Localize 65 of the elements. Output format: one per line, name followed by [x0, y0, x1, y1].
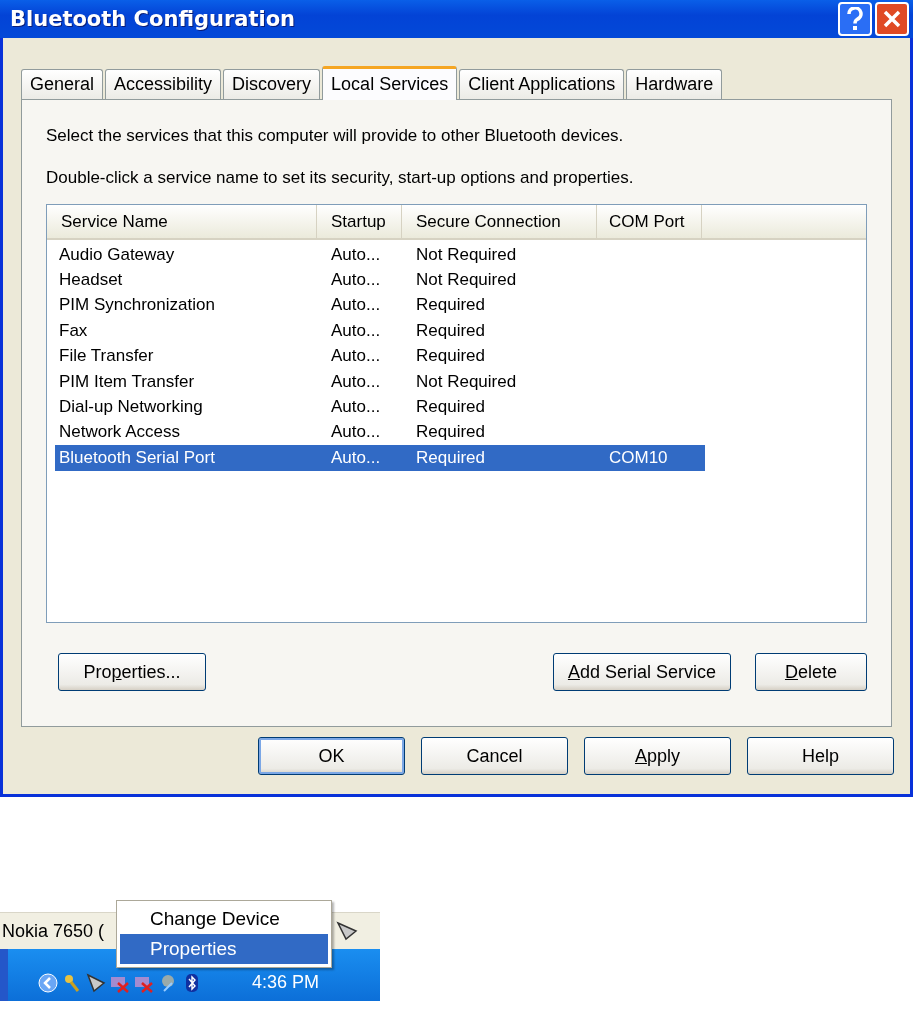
dialog-button[interactable]: Apply [584, 737, 731, 775]
table-cell-text: Auto... [330, 270, 382, 291]
tab[interactable]: Discovery [223, 69, 321, 99]
column-header[interactable]: COM Port [597, 205, 702, 238]
table-cell-text: COM10 [608, 447, 669, 468]
table-cell-text: PIM Item Transfer [58, 371, 196, 392]
dialog-button[interactable]: Cancel [421, 737, 568, 775]
table-cell-text: Auto... [330, 422, 382, 443]
column-header[interactable]: Startup [317, 205, 402, 238]
tab[interactable]: Hardware [626, 69, 723, 99]
instruction-text: Double-click a service name to set its security, start-up options and properties. [46, 168, 635, 188]
panel-button[interactable]: Add Serial Service [552, 653, 731, 691]
service-row[interactable]: Bluetooth Serial Port Auto... Required COM10 [55, 445, 705, 471]
table-cell-text: Auto... [330, 295, 382, 316]
table-cell-text: Required [415, 320, 486, 341]
table-cell-text: Auto... [330, 371, 382, 392]
table-cell-text: Fax [58, 320, 89, 341]
table-cell-text: Required [415, 397, 486, 418]
service-row[interactable]: PIM Synchronization Auto... Required [55, 292, 705, 319]
chevron-icon[interactable] [38, 973, 58, 993]
clock[interactable]: 4:36 PM [252, 972, 320, 993]
window-title: Bluetooth Configuration [10, 7, 296, 31]
table-cell-text: File Transfer [58, 346, 155, 367]
table-cell-text: Auto... [330, 320, 382, 341]
service-row[interactable]: Headset Auto... Not Required [55, 267, 705, 293]
tab[interactable]: General [21, 69, 104, 99]
service-row[interactable]: Network Access Auto... Required [55, 419, 705, 446]
table-cell-text: Audio Gateway [58, 244, 176, 265]
table-cell-text: Not Required [415, 371, 518, 392]
table-cell-text: Required [415, 295, 486, 316]
dialog-button[interactable]: Help [747, 737, 894, 775]
instruction-text: Select the services that this computer will provide to other Bluetooth devices. [46, 126, 625, 146]
table-cell-text: Headset [58, 270, 124, 291]
service-row[interactable]: Dial-up Networking Auto... Required [55, 394, 705, 420]
table-cell-text: Bluetooth Serial Port [58, 447, 216, 468]
column-header[interactable]: Service Name [47, 205, 317, 238]
tab[interactable]: Client Applications [459, 69, 625, 99]
column-header[interactable]: Secure Connection [402, 205, 597, 238]
panel-button[interactable]: Delete [755, 653, 867, 691]
close-icon [882, 9, 902, 29]
tab[interactable]: Accessibility [105, 69, 222, 99]
table-cell-text: Not Required [415, 270, 518, 291]
table-cell-text: Required [415, 346, 486, 367]
dialog-button[interactable]: OK [258, 737, 405, 775]
table-cell-text: Auto... [330, 346, 382, 367]
close-button[interactable] [875, 2, 909, 36]
properties-button[interactable]: Properties... [58, 653, 206, 691]
help-button[interactable] [838, 2, 872, 36]
table-cell-text: PIM Synchronization [58, 295, 216, 316]
table-cell-text: Required [415, 422, 486, 443]
service-row[interactable]: PIM Item Transfer Auto... Not Required [55, 368, 705, 395]
service-row[interactable]: File Transfer Auto... Required [55, 343, 705, 369]
service-row[interactable]: Fax Auto... Required [55, 318, 705, 344]
table-cell-text: Auto... [330, 244, 382, 265]
table-cell-text: Required [415, 447, 486, 468]
tab[interactable]: Local Services [322, 66, 458, 100]
device-label: Nokia 7650 ( [2, 920, 105, 942]
question-mark-icon [846, 7, 864, 31]
table-cell-text: Not Required [415, 244, 518, 265]
table-cell-text: Auto... [330, 397, 382, 418]
table-cell-text: Network Access [58, 422, 181, 443]
menu-item[interactable]: Properties [120, 934, 328, 964]
service-row[interactable]: Audio Gateway Auto... Not Required [55, 242, 705, 268]
table-cell-text: Dial-up Networking [58, 397, 204, 418]
table-cell-text: Auto... [330, 447, 382, 468]
